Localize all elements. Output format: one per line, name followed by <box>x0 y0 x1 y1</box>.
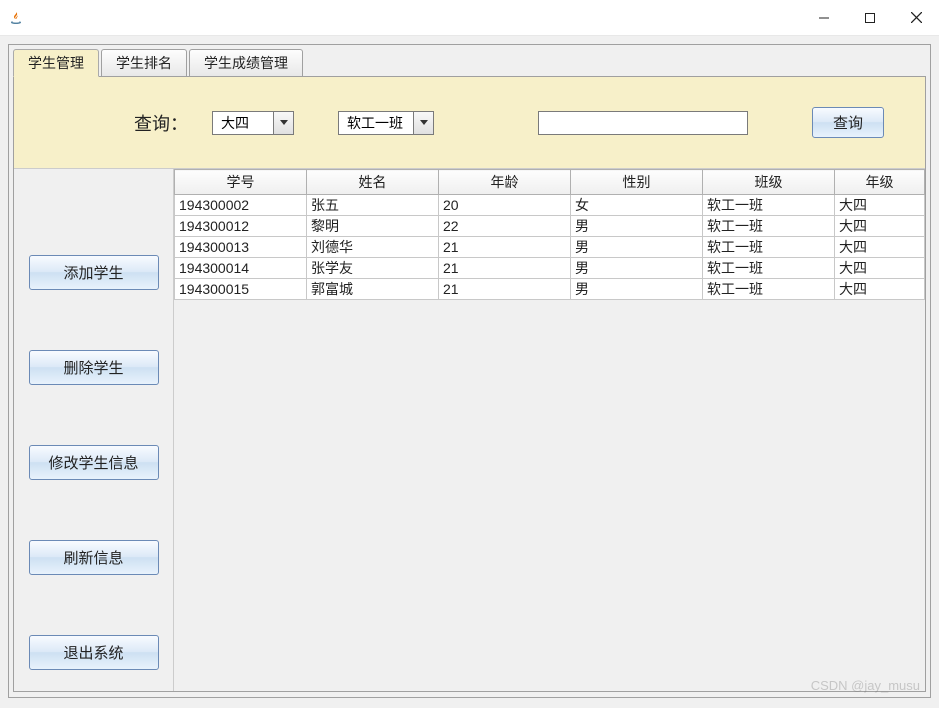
table-cell[interactable]: 男 <box>571 258 703 279</box>
table-cell[interactable]: 21 <box>439 279 571 300</box>
table-cell[interactable]: 张学友 <box>307 258 439 279</box>
table-cell[interactable]: 男 <box>571 279 703 300</box>
col-id[interactable]: 学号 <box>175 170 307 195</box>
table-cell[interactable]: 大四 <box>835 258 925 279</box>
table-cell[interactable]: 大四 <box>835 237 925 258</box>
table-cell[interactable]: 194300012 <box>175 216 307 237</box>
content-frame: 学生管理 学生排名 学生成绩管理 查询： 大四 软工一班 查询 添加 <box>8 44 931 698</box>
grade-select[interactable]: 大四 <box>212 111 294 135</box>
table-cell[interactable]: 黎明 <box>307 216 439 237</box>
table-row[interactable]: 194300014张学友21男软工一班大四 <box>175 258 925 279</box>
query-button[interactable]: 查询 <box>812 107 884 138</box>
maximize-button[interactable] <box>847 0 893 35</box>
tab-student-manage[interactable]: 学生管理 <box>13 49 99 77</box>
class-select[interactable]: 软工一班 <box>338 111 434 135</box>
close-button[interactable] <box>893 0 939 35</box>
table-cell[interactable]: 20 <box>439 195 571 216</box>
table-cell[interactable]: 大四 <box>835 195 925 216</box>
tab-student-rank[interactable]: 学生排名 <box>101 49 187 76</box>
body-row: 添加学生 删除学生 修改学生信息 刷新信息 退出系统 学号 姓名 年龄 性别 班… <box>14 169 925 691</box>
table-cell[interactable]: 194300014 <box>175 258 307 279</box>
table-cell[interactable]: 21 <box>439 237 571 258</box>
search-input[interactable] <box>538 111 748 135</box>
tab-panel: 查询： 大四 软工一班 查询 添加学生 删除学生 修改学生信息 刷新信 <box>13 76 926 692</box>
table-cell[interactable]: 大四 <box>835 216 925 237</box>
table-cell[interactable]: 软工一班 <box>703 258 835 279</box>
table-cell[interactable]: 194300002 <box>175 195 307 216</box>
app-icon <box>8 10 24 26</box>
table-cell[interactable]: 张五 <box>307 195 439 216</box>
table-row[interactable]: 194300013刘德华21男软工一班大四 <box>175 237 925 258</box>
table-cell[interactable]: 软工一班 <box>703 216 835 237</box>
table-cell[interactable]: 郭富城 <box>307 279 439 300</box>
chevron-down-icon[interactable] <box>413 112 433 134</box>
sidebar: 添加学生 删除学生 修改学生信息 刷新信息 退出系统 <box>14 169 174 691</box>
col-name[interactable]: 姓名 <box>307 170 439 195</box>
exit-button[interactable]: 退出系统 <box>29 635 159 670</box>
student-table[interactable]: 学号 姓名 年龄 性别 班级 年级 194300002张五20女软工一班大四19… <box>174 169 925 300</box>
edit-student-button[interactable]: 修改学生信息 <box>29 445 159 480</box>
add-student-button[interactable]: 添加学生 <box>29 255 159 290</box>
table-cell[interactable]: 软工一班 <box>703 279 835 300</box>
delete-student-button[interactable]: 删除学生 <box>29 350 159 385</box>
class-select-value: 软工一班 <box>339 112 413 134</box>
query-panel: 查询： 大四 软工一班 查询 <box>14 77 925 169</box>
table-cell[interactable]: 男 <box>571 216 703 237</box>
window-controls <box>801 0 939 35</box>
table-row[interactable]: 194300012黎明22男软工一班大四 <box>175 216 925 237</box>
table-cell[interactable]: 22 <box>439 216 571 237</box>
table-cell[interactable]: 21 <box>439 258 571 279</box>
col-age[interactable]: 年龄 <box>439 170 571 195</box>
tab-grade-manage[interactable]: 学生成绩管理 <box>189 49 303 76</box>
table-cell[interactable]: 软工一班 <box>703 237 835 258</box>
table-cell[interactable]: 刘德华 <box>307 237 439 258</box>
table-header-row: 学号 姓名 年龄 性别 班级 年级 <box>175 170 925 195</box>
table-row[interactable]: 194300002张五20女软工一班大四 <box>175 195 925 216</box>
title-bar <box>0 0 939 36</box>
minimize-button[interactable] <box>801 0 847 35</box>
table-cell[interactable]: 194300015 <box>175 279 307 300</box>
chevron-down-icon[interactable] <box>273 112 293 134</box>
table-cell[interactable]: 194300013 <box>175 237 307 258</box>
refresh-button[interactable]: 刷新信息 <box>29 540 159 575</box>
table-cell[interactable]: 女 <box>571 195 703 216</box>
table-container: 学号 姓名 年龄 性别 班级 年级 194300002张五20女软工一班大四19… <box>174 169 925 691</box>
grade-select-value: 大四 <box>213 112 273 134</box>
table-cell[interactable]: 男 <box>571 237 703 258</box>
query-label: 查询： <box>134 110 188 136</box>
tab-bar: 学生管理 学生排名 学生成绩管理 <box>13 49 930 76</box>
col-gender[interactable]: 性别 <box>571 170 703 195</box>
table-row[interactable]: 194300015郭富城21男软工一班大四 <box>175 279 925 300</box>
col-grade[interactable]: 年级 <box>835 170 925 195</box>
table-cell[interactable]: 大四 <box>835 279 925 300</box>
table-cell[interactable]: 软工一班 <box>703 195 835 216</box>
col-class[interactable]: 班级 <box>703 170 835 195</box>
